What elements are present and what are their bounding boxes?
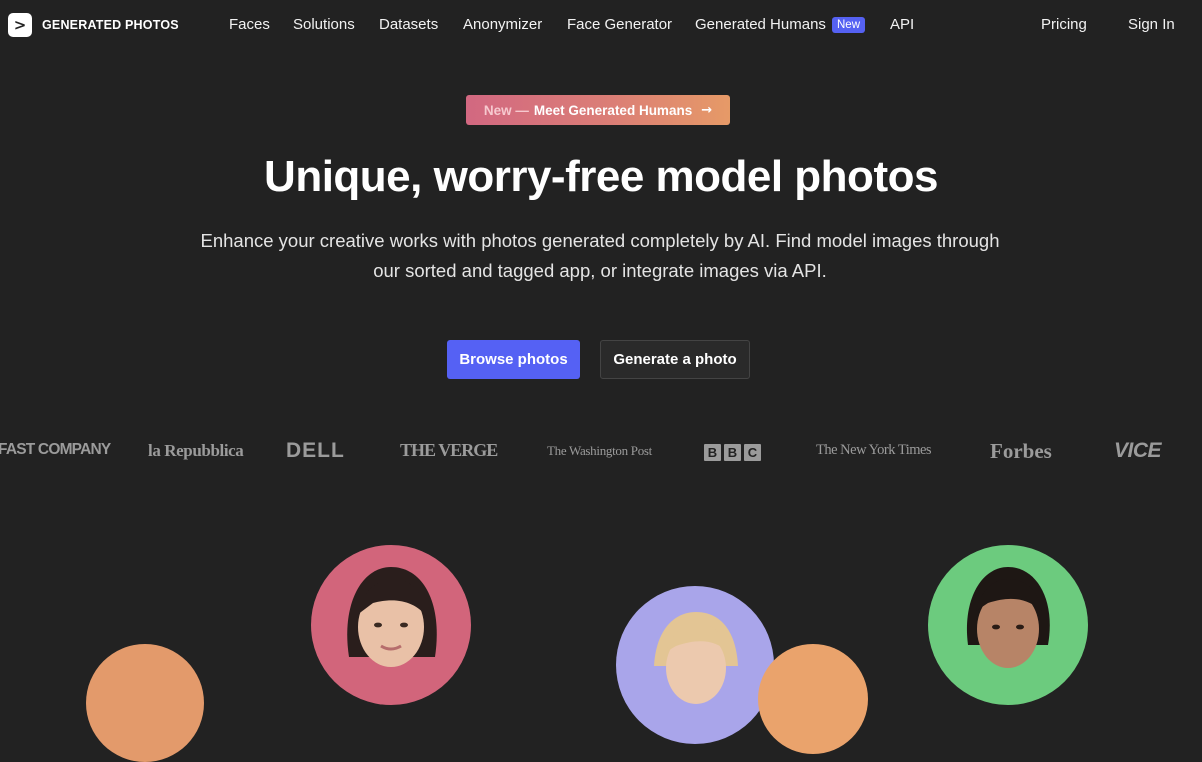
brand-logo[interactable]: > GENERATED PHOTOS bbox=[8, 13, 179, 37]
arrow-right-icon: → bbox=[701, 102, 713, 118]
logo-mark-icon: > bbox=[8, 13, 32, 37]
generate-photo-button[interactable]: Generate a photo bbox=[600, 340, 750, 379]
press-logo-forbes: Forbes bbox=[990, 439, 1052, 463]
announcement-banner[interactable]: New — Meet Generated Humans → bbox=[466, 95, 730, 125]
nav-item-solutions[interactable]: Solutions bbox=[293, 16, 355, 33]
model-portrait-1 bbox=[86, 644, 204, 762]
bbc-letter: B bbox=[704, 444, 721, 461]
press-logo-fast-company: FAST COMPANY bbox=[0, 441, 111, 458]
press-logo-new-york-times: The New York Times bbox=[816, 442, 932, 458]
press-logo-washington-post: The Washington Post bbox=[547, 443, 652, 458]
press-logo-vice: VICE bbox=[1114, 439, 1162, 462]
new-badge: New bbox=[832, 17, 866, 33]
bbc-letter: B bbox=[724, 444, 741, 461]
top-navigation: > GENERATED PHOTOS Faces Solutions Datas… bbox=[0, 0, 1202, 50]
browse-photos-button[interactable]: Browse photos bbox=[447, 340, 580, 379]
nav-pricing-link[interactable]: Pricing bbox=[1041, 16, 1087, 33]
hero-headline: Unique, worry-free model photos bbox=[264, 152, 938, 201]
press-logo-bbc: BBC bbox=[704, 444, 764, 462]
portrait-silhouette-icon bbox=[654, 612, 738, 704]
hero-subtitle: Enhance your creative works with photos … bbox=[200, 230, 1000, 281]
nav-item-api[interactable]: API bbox=[890, 16, 914, 33]
model-portrait-5 bbox=[928, 545, 1088, 705]
model-portrait-4 bbox=[758, 644, 868, 754]
announcement-prefix: New — bbox=[483, 102, 529, 118]
nav-item-anonymizer[interactable]: Anonymizer bbox=[463, 16, 542, 33]
nav-item-generated-humans[interactable]: Generated Humans bbox=[695, 16, 826, 33]
bbc-letter: C bbox=[744, 444, 761, 461]
nav-item-face-generator[interactable]: Face Generator bbox=[567, 16, 672, 33]
press-logos: FAST COMPANY la Repubblica DELL THE VERG… bbox=[0, 436, 1202, 470]
portrait-silhouette-icon bbox=[347, 567, 437, 667]
brand-name: GENERATED PHOTOS bbox=[42, 18, 179, 32]
model-portrait-2 bbox=[311, 545, 471, 705]
portrait-silhouette-icon bbox=[966, 567, 1050, 668]
press-logo-la-repubblica: la Repubblica bbox=[148, 441, 244, 460]
press-logo-dell: DELL bbox=[286, 439, 345, 462]
nav-item-faces[interactable]: Faces bbox=[229, 16, 270, 33]
nav-sign-in-link[interactable]: Sign In bbox=[1128, 16, 1175, 33]
model-portrait-3 bbox=[616, 586, 774, 744]
nav-item-datasets[interactable]: Datasets bbox=[379, 16, 438, 33]
announcement-title: Meet Generated Humans bbox=[533, 102, 693, 118]
press-logo-the-verge: THE VERGE bbox=[400, 440, 498, 460]
